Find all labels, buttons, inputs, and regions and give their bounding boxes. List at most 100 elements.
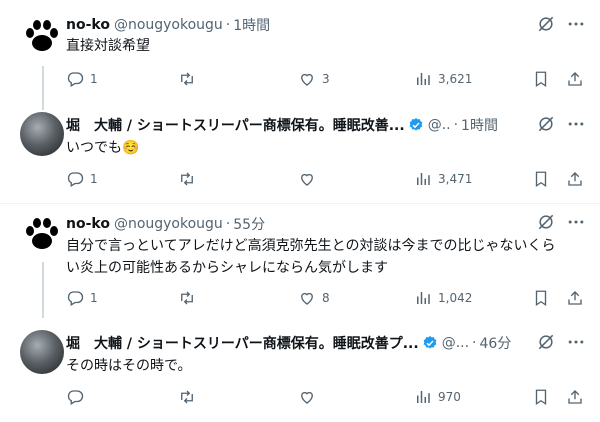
more-icon[interactable] (566, 332, 586, 352)
grok-icon[interactable] (536, 332, 556, 352)
paw-icon (20, 212, 64, 256)
like-button[interactable]: 8 (298, 289, 330, 307)
retweet-icon (178, 289, 196, 307)
avatar[interactable] (20, 212, 64, 256)
reply-button[interactable]: 1 (66, 289, 98, 307)
separator-dot: · (225, 17, 231, 33)
paw-icon (20, 14, 64, 58)
views-button[interactable]: 3,621 (414, 70, 472, 88)
tweet[interactable]: no-ko @nougyokougu · 55分 自分で言っといてアレだけど高須… (0, 204, 600, 316)
retweet-button[interactable] (178, 70, 196, 88)
heart-icon (298, 388, 316, 406)
bookmark-button[interactable] (532, 289, 550, 307)
tweet-text: いつでも☺️ (66, 140, 140, 156)
tweet-text: その時はその時で。 (66, 358, 192, 374)
bookmark-icon (532, 170, 550, 188)
user-handle[interactable]: @... (442, 335, 469, 351)
share-icon (566, 70, 584, 88)
heart-icon (298, 289, 316, 307)
share-icon (566, 170, 584, 188)
display-name[interactable]: 堀 大輔 / ショートスリーパー商標保有。睡眠改善プ... (66, 333, 419, 353)
views-icon (414, 289, 432, 307)
views-icon (414, 170, 432, 188)
timestamp[interactable]: 55分 (233, 214, 265, 234)
tweet-text: 自分で言っといてアレだけど高須克弥先生との対談は今までの比じゃないくらい炎上の可… (66, 238, 556, 276)
user-handle[interactable]: @.. (428, 117, 451, 133)
view-count: 970 (438, 390, 461, 404)
share-button[interactable] (566, 170, 584, 188)
tweet-header: no-ko @nougyokougu · 55分 (66, 214, 265, 234)
reply-button[interactable] (66, 388, 84, 406)
timestamp[interactable]: 1時間 (461, 115, 498, 135)
tweet-text: 直接対談希望 (66, 38, 150, 54)
reply-icon (66, 170, 84, 188)
avatar[interactable] (20, 330, 64, 374)
reply-count: 1 (90, 172, 98, 186)
display-name[interactable]: no-ko (66, 17, 110, 33)
bookmark-button[interactable] (532, 170, 550, 188)
more-icon[interactable] (566, 212, 586, 232)
reply-icon (66, 388, 84, 406)
views-button[interactable]: 970 (414, 388, 461, 406)
bookmark-button[interactable] (532, 388, 550, 406)
view-count: 1,042 (438, 291, 473, 305)
separator-dot: · (472, 335, 477, 351)
like-button[interactable]: 3 (298, 70, 330, 88)
heart-icon (298, 70, 316, 88)
grok-icon[interactable] (536, 212, 556, 232)
reply-count: 1 (90, 72, 98, 86)
share-button[interactable] (566, 289, 584, 307)
share-icon (566, 289, 584, 307)
tweet-header: 堀 大輔 / ショートスリーパー商標保有。睡眠改善... @.. · 1時間 (66, 115, 498, 135)
action-bar: 1 3 3,621 (66, 70, 586, 90)
bookmark-button[interactable] (532, 70, 550, 88)
verified-badge-icon (408, 117, 424, 133)
separator-dot: · (225, 216, 231, 232)
retweet-button[interactable] (178, 170, 196, 188)
user-handle[interactable]: @nougyokougu (114, 17, 223, 33)
retweet-button[interactable] (178, 388, 196, 406)
reply-icon (66, 289, 84, 307)
views-button[interactable]: 1,042 (414, 289, 472, 307)
tweet[interactable]: 堀 大輔 / ショートスリーパー商標保有。睡眠改善... @.. · 1時間 い… (0, 108, 600, 204)
grok-icon[interactable] (536, 114, 556, 134)
retweet-icon (178, 70, 196, 88)
share-icon (566, 388, 584, 406)
grok-icon[interactable] (536, 14, 556, 34)
more-icon[interactable] (566, 114, 586, 134)
tweet[interactable]: no-ko @nougyokougu · 1時間 直接対談希望 1 3 3,62… (0, 0, 600, 110)
action-bar: 970 (66, 388, 586, 408)
user-handle[interactable]: @nougyokougu (114, 216, 223, 232)
bookmark-icon (532, 289, 550, 307)
like-button[interactable] (298, 170, 316, 188)
action-bar: 1 3,471 (66, 170, 586, 190)
reply-button[interactable]: 1 (66, 170, 98, 188)
share-button[interactable] (566, 70, 584, 88)
like-button[interactable] (298, 388, 316, 406)
views-button[interactable]: 3,471 (414, 170, 472, 188)
retweet-icon (178, 388, 196, 406)
views-icon (414, 388, 432, 406)
more-icon[interactable] (566, 14, 586, 34)
like-count: 8 (322, 291, 330, 305)
action-bar: 1 8 1,042 (66, 289, 586, 309)
retweet-icon (178, 170, 196, 188)
view-count: 3,471 (438, 172, 473, 186)
retweet-button[interactable] (178, 289, 196, 307)
bookmark-icon (532, 388, 550, 406)
tweet[interactable]: 堀 大輔 / ショートスリーパー商標保有。睡眠改善プ... @... · 46分… (0, 316, 600, 422)
heart-icon (298, 170, 316, 188)
tweet-header: no-ko @nougyokougu · 1時間 (66, 15, 270, 35)
reply-count: 1 (90, 291, 98, 305)
display-name[interactable]: 堀 大輔 / ショートスリーパー商標保有。睡眠改善... (66, 115, 405, 135)
separator-dot: · (453, 117, 459, 133)
reply-button[interactable]: 1 (66, 70, 98, 88)
timestamp[interactable]: 46分 (480, 333, 512, 353)
avatar[interactable] (20, 112, 64, 156)
avatar[interactable] (20, 14, 64, 58)
share-button[interactable] (566, 388, 584, 406)
display-name[interactable]: no-ko (66, 216, 110, 232)
bookmark-icon (532, 70, 550, 88)
view-count: 3,621 (438, 72, 473, 86)
timestamp[interactable]: 1時間 (233, 15, 270, 35)
